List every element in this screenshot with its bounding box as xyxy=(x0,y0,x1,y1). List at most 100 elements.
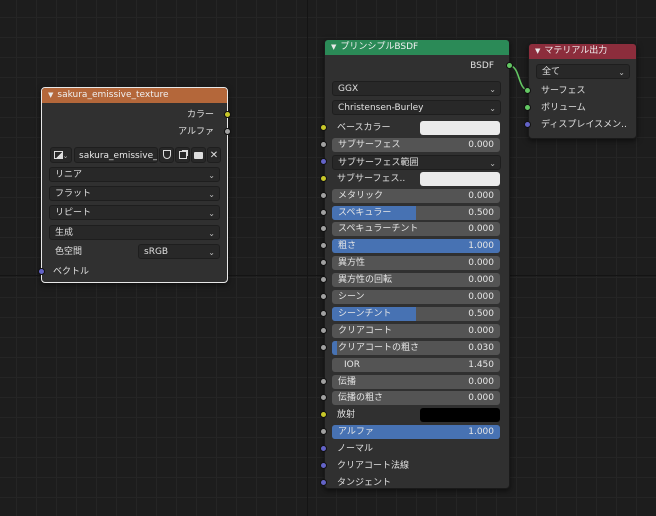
output-target-dropdown[interactable]: 全て ⌄ xyxy=(536,64,630,79)
output-alpha-socket[interactable] xyxy=(224,128,231,135)
bsdf-input-17-socket[interactable] xyxy=(320,411,327,418)
chevron-down-icon: ⌄ xyxy=(489,159,496,168)
bsdf-input-15-slider[interactable]: 伝播 0.000 xyxy=(332,375,500,389)
bsdf-input-5-value: 0.500 xyxy=(468,208,494,218)
bsdf-input-20-label: クリアコート法線 xyxy=(337,461,410,471)
bsdf-input-11-value: 0.500 xyxy=(468,309,494,319)
bsdf-input-15-socket[interactable] xyxy=(320,378,327,385)
output-node-title: マテリアル出力 xyxy=(544,46,608,56)
bsdf-node-header[interactable]: ▼ プリンシプルBSDF xyxy=(325,40,509,55)
open-folder-button[interactable] xyxy=(191,147,206,163)
bsdf-input-4-socket[interactable] xyxy=(320,192,327,199)
bsdf-input-1-socket[interactable] xyxy=(320,141,327,148)
bsdf-input-1-label: サブサーフェス xyxy=(338,140,401,150)
bsdf-input-13-value: 0.030 xyxy=(468,343,494,353)
bsdf-input-17-color-swatch[interactable] xyxy=(420,408,500,422)
bsdf-input-16-socket[interactable] xyxy=(320,394,327,401)
bsdf-input-7-slider[interactable]: 粗さ 1.000 xyxy=(332,239,500,253)
bsdf-input-11-slider[interactable]: シーンチント 0.500 xyxy=(332,307,500,321)
image-browse-button[interactable]: ⌄ xyxy=(50,147,72,163)
bsdf-input-9-slider[interactable]: 異方性の回転 0.000 xyxy=(332,273,500,287)
bsdf-input-7-socket[interactable] xyxy=(320,242,327,249)
bsdf-input-12-socket[interactable] xyxy=(320,327,327,334)
input-displacement-label: ディスプレイスメン.. xyxy=(541,120,627,130)
bsdf-input-18-socket[interactable] xyxy=(320,428,327,435)
bsdf-input-2-dropdown[interactable]: サブサーフェス範囲 ⌄ xyxy=(332,155,501,170)
bsdf-input-9-socket[interactable] xyxy=(320,276,327,283)
bsdf-input-3-color-swatch[interactable] xyxy=(420,172,500,186)
bsdf-input-11-socket[interactable] xyxy=(320,310,327,317)
chevron-down-icon: ⌄ xyxy=(208,171,215,180)
input-surface-socket[interactable] xyxy=(524,87,531,94)
bsdf-input-14-slider[interactable]: IOR 1.450 xyxy=(332,358,500,372)
bsdf-input-18-label: アルファ xyxy=(338,427,374,437)
bsdf-node-title: プリンシプルBSDF xyxy=(340,42,419,52)
duplicate-image-button[interactable] xyxy=(175,147,190,163)
duplicate-icon xyxy=(178,151,187,159)
collapse-triangle-icon[interactable]: ▼ xyxy=(48,91,53,99)
bsdf-input-18-slider[interactable]: アルファ 1.000 xyxy=(332,425,500,439)
image-icon xyxy=(53,151,63,159)
bsdf-input-16-label: 伝播の粗さ xyxy=(338,393,384,403)
bsdf-input-10-label: シーン xyxy=(338,292,365,302)
collapse-triangle-icon[interactable]: ▼ xyxy=(331,43,336,51)
colorspace-dropdown[interactable]: sRGB ⌄ xyxy=(138,244,220,259)
bsdf-input-8-value: 0.000 xyxy=(468,258,494,268)
bsdf-input-10-socket[interactable] xyxy=(320,293,327,300)
bsdf-input-8-socket[interactable] xyxy=(320,259,327,266)
bsdf-input-6-slider[interactable]: スペキュラーチント 0.000 xyxy=(332,222,500,236)
chevron-down-icon: ⌄ xyxy=(489,104,496,113)
unlink-image-button[interactable]: ✕ xyxy=(207,147,221,163)
bsdf-input-6-label: スペキュラーチント xyxy=(338,224,419,234)
bsdf-input-14-value: 1.450 xyxy=(468,360,494,370)
output-color-socket[interactable] xyxy=(224,111,231,118)
fake-user-shield-button[interactable] xyxy=(159,147,174,163)
input-displacement-socket[interactable] xyxy=(524,121,531,128)
bsdf-output-socket[interactable] xyxy=(506,62,513,69)
texture-node-header[interactable]: ▼ sakura_emissive_texture xyxy=(42,88,227,103)
bsdf-input-15-label: 伝播 xyxy=(338,377,357,387)
bsdf-input-6-socket[interactable] xyxy=(320,225,327,232)
collapse-triangle-icon[interactable]: ▼ xyxy=(535,47,540,55)
distribution-value: GGX xyxy=(338,84,359,94)
bsdf-input-16-slider[interactable]: 伝播の粗さ 0.000 xyxy=(332,391,500,405)
subsurface-method-dropdown[interactable]: Christensen-Burley ⌄ xyxy=(332,100,501,115)
bsdf-input-9-value: 0.000 xyxy=(468,275,494,285)
bsdf-input-1-slider[interactable]: サブサーフェス 0.000 xyxy=(332,138,500,152)
bsdf-input-4-slider[interactable]: メタリック 0.000 xyxy=(332,189,500,203)
bsdf-input-2-socket[interactable] xyxy=(320,158,327,165)
output-node-header[interactable]: ▼ マテリアル出力 xyxy=(529,44,636,59)
bsdf-input-5-slider[interactable]: スペキュラー 0.500 xyxy=(332,206,500,220)
subsurface-method-value: Christensen-Burley xyxy=(338,103,424,113)
interpolation-dropdown[interactable]: リニア ⌄ xyxy=(49,167,220,182)
projection-dropdown[interactable]: フラット ⌄ xyxy=(49,186,220,201)
output-alpha-label: アルファ xyxy=(178,127,214,137)
image-selector-bar: ⌄ sakura_emissive_... ✕ xyxy=(50,147,221,163)
bsdf-input-16-value: 0.000 xyxy=(468,393,494,403)
bsdf-input-21-label: タンジェント xyxy=(337,478,392,488)
image-name-field[interactable]: sakura_emissive_... xyxy=(74,147,158,163)
source-dropdown[interactable]: 生成 ⌄ xyxy=(49,225,220,240)
input-volume-socket[interactable] xyxy=(524,104,531,111)
bsdf-input-19-socket[interactable] xyxy=(320,445,327,452)
bsdf-input-3-socket[interactable] xyxy=(320,175,327,182)
chevron-down-icon: ⌄ xyxy=(618,68,625,77)
chevron-down-icon: ⌄ xyxy=(208,229,215,238)
bsdf-input-17-label: 放射 xyxy=(337,410,356,420)
bsdf-input-12-slider[interactable]: クリアコート 0.000 xyxy=(332,324,500,338)
bsdf-input-10-slider[interactable]: シーン 0.000 xyxy=(332,290,500,304)
bsdf-input-13-slider[interactable]: クリアコートの粗さ 0.030 xyxy=(332,341,500,355)
input-vector-socket[interactable] xyxy=(38,268,45,275)
output-color-label: カラー xyxy=(186,110,214,120)
bsdf-input-0-color-swatch[interactable] xyxy=(420,121,500,135)
bsdf-input-8-slider[interactable]: 異方性 0.000 xyxy=(332,256,500,270)
bsdf-input-3-label: サブサーフェス.. xyxy=(337,174,406,184)
bsdf-input-13-socket[interactable] xyxy=(320,344,327,351)
bsdf-input-0-socket[interactable] xyxy=(320,124,327,131)
bsdf-input-20-socket[interactable] xyxy=(320,462,327,469)
bsdf-input-21-socket[interactable] xyxy=(320,479,327,486)
bsdf-input-5-socket[interactable] xyxy=(320,209,327,216)
distribution-dropdown[interactable]: GGX ⌄ xyxy=(332,81,501,96)
extension-dropdown[interactable]: リピート ⌄ xyxy=(49,205,220,220)
bsdf-input-1-value: 0.000 xyxy=(468,140,494,150)
